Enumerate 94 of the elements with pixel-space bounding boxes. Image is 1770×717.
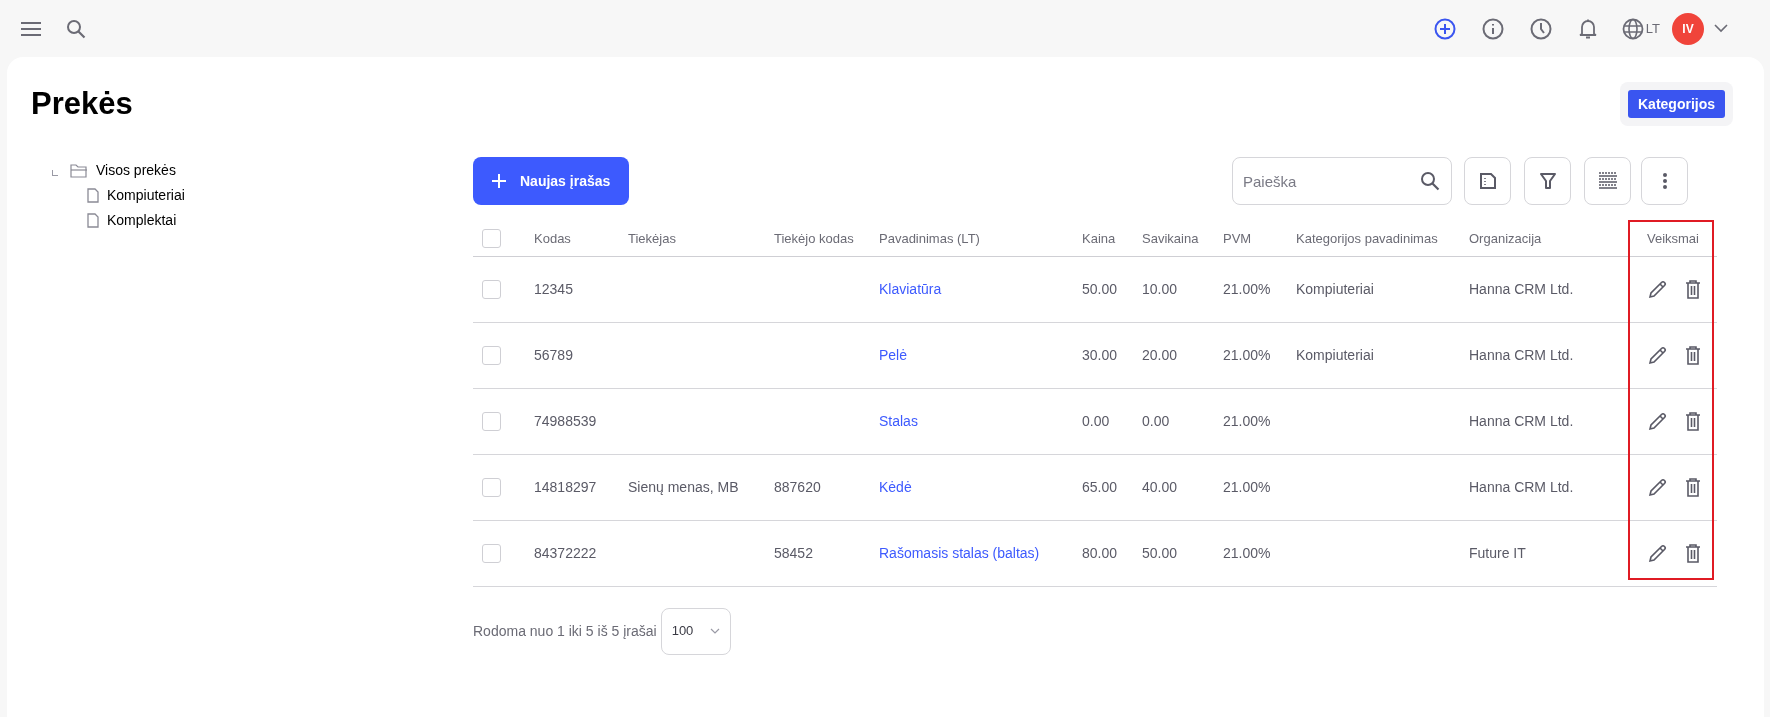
table-cell: 50.00 bbox=[1142, 545, 1178, 561]
table-cell: 21.00% bbox=[1223, 545, 1271, 561]
column-header[interactable]: Kaina bbox=[1082, 230, 1116, 246]
table-cell: Kompiuteriai bbox=[1296, 347, 1374, 363]
table-cell: 21.00% bbox=[1223, 347, 1271, 363]
checkbox[interactable] bbox=[482, 280, 501, 300]
delete-icon[interactable] bbox=[1685, 543, 1701, 563]
edit-icon[interactable] bbox=[1648, 543, 1667, 563]
product-link[interactable]: Klaviatūra bbox=[879, 281, 942, 297]
chevron-down-icon[interactable] bbox=[1714, 24, 1728, 33]
tree-item[interactable]: Komplektai bbox=[107, 210, 177, 231]
file-icon bbox=[87, 188, 99, 203]
table-cell: 80.00 bbox=[1082, 545, 1118, 561]
table-cell: Hanna CRM Ltd. bbox=[1469, 281, 1574, 297]
page-title: Prekės bbox=[31, 85, 133, 123]
product-link[interactable]: Kėdė bbox=[879, 479, 912, 495]
expand-toggle-icon[interactable] bbox=[52, 169, 58, 176]
column-header[interactable]: Kategorijos pavadinimas bbox=[1296, 230, 1438, 246]
search-icon bbox=[1420, 171, 1440, 191]
new-record-button[interactable]: Naujas įrašas bbox=[473, 157, 630, 205]
folder-icon bbox=[70, 163, 88, 178]
table-cell: 21.00% bbox=[1223, 413, 1271, 429]
add-icon[interactable] bbox=[1433, 17, 1456, 40]
column-header[interactable]: Organizacija bbox=[1469, 230, 1542, 246]
records-summary: Rodoma nuo 1 iki 5 iš 5 įrašai bbox=[473, 621, 657, 641]
checkbox[interactable] bbox=[482, 478, 501, 498]
table-cell: Future IT bbox=[1469, 545, 1526, 561]
column-header[interactable]: Savikaina bbox=[1142, 230, 1199, 246]
table-cell: 887620 bbox=[774, 479, 821, 495]
table-cell: 0.00 bbox=[1082, 413, 1110, 429]
column-header[interactable]: Veiksmai bbox=[1646, 230, 1699, 246]
edit-icon[interactable] bbox=[1648, 477, 1667, 497]
language-label[interactable]: LT bbox=[1645, 18, 1660, 39]
checkbox[interactable] bbox=[482, 544, 501, 564]
table-cell: 0.00 bbox=[1142, 413, 1170, 429]
menu-icon[interactable] bbox=[20, 20, 42, 37]
delete-icon[interactable] bbox=[1685, 477, 1701, 497]
table-cell: Hanna CRM Ltd. bbox=[1469, 479, 1574, 495]
checkbox[interactable] bbox=[482, 229, 501, 248]
plus-icon bbox=[492, 174, 506, 188]
delete-icon[interactable] bbox=[1685, 345, 1701, 365]
table-cell: 74988539 bbox=[534, 413, 597, 429]
export-button[interactable] bbox=[1464, 157, 1511, 205]
delete-icon[interactable] bbox=[1685, 411, 1701, 431]
columns-icon bbox=[1597, 172, 1618, 190]
table-cell: Hanna CRM Ltd. bbox=[1469, 413, 1574, 429]
file-icon bbox=[87, 213, 99, 228]
table-cell: 12345 bbox=[534, 281, 573, 297]
info-icon[interactable] bbox=[1481, 17, 1504, 40]
bell-icon[interactable] bbox=[1577, 17, 1598, 40]
tree-item[interactable]: Kompiuteriai bbox=[107, 185, 185, 206]
table-cell: 21.00% bbox=[1223, 281, 1271, 297]
search-field[interactable]: Paieška bbox=[1232, 157, 1452, 205]
user-avatar[interactable]: IV bbox=[1672, 12, 1704, 45]
table-cell: 10.00 bbox=[1142, 281, 1178, 297]
column-header[interactable]: Pavadinimas (LT) bbox=[879, 230, 980, 246]
table-cell: 20.00 bbox=[1142, 347, 1178, 363]
page-size-select[interactable]: 100 bbox=[660, 607, 731, 655]
globe-icon[interactable] bbox=[1621, 17, 1644, 40]
product-link[interactable]: Pelė bbox=[879, 347, 908, 363]
column-header[interactable]: Tiekėjo kodas bbox=[774, 230, 854, 246]
product-link[interactable]: Rašomasis stalas (baltas) bbox=[879, 545, 1040, 561]
edit-icon[interactable] bbox=[1648, 411, 1667, 431]
table-cell: Kompiuteriai bbox=[1296, 281, 1374, 297]
table-cell: 50.00 bbox=[1082, 281, 1118, 297]
table-cell: 40.00 bbox=[1142, 479, 1178, 495]
categories-button[interactable]: Kategorijos bbox=[1628, 90, 1725, 118]
table-cell: 65.00 bbox=[1082, 479, 1118, 495]
delete-icon[interactable] bbox=[1685, 279, 1701, 299]
column-header[interactable]: Kodas bbox=[534, 230, 571, 246]
document-icon bbox=[1478, 172, 1497, 190]
edit-icon[interactable] bbox=[1648, 279, 1667, 299]
table-cell: 30.00 bbox=[1082, 347, 1118, 363]
more-icon bbox=[1661, 172, 1668, 190]
table-cell: 58452 bbox=[774, 545, 813, 561]
table-cell: 21.00% bbox=[1223, 479, 1271, 495]
filter-icon bbox=[1539, 172, 1556, 190]
column-header[interactable]: Tiekėjas bbox=[628, 230, 676, 246]
table-cell: 56789 bbox=[534, 347, 573, 363]
table-cell: Sienų menas, MB bbox=[628, 479, 739, 495]
product-link[interactable]: Stalas bbox=[879, 413, 918, 429]
column-header[interactable]: PVM bbox=[1223, 230, 1252, 246]
table-cell: 14818297 bbox=[534, 479, 597, 495]
clock-icon[interactable] bbox=[1529, 17, 1552, 40]
filter-button[interactable] bbox=[1524, 157, 1571, 205]
table-cell: 84372222 bbox=[534, 545, 597, 561]
checkbox[interactable] bbox=[482, 412, 501, 432]
edit-icon[interactable] bbox=[1648, 345, 1667, 365]
columns-button[interactable] bbox=[1584, 157, 1631, 205]
search-icon[interactable] bbox=[66, 18, 86, 39]
table-cell: Hanna CRM Ltd. bbox=[1469, 347, 1574, 363]
chevron-down-icon bbox=[709, 628, 720, 634]
tree-item[interactable]: Visos prekės bbox=[96, 160, 176, 181]
checkbox[interactable] bbox=[482, 346, 501, 366]
